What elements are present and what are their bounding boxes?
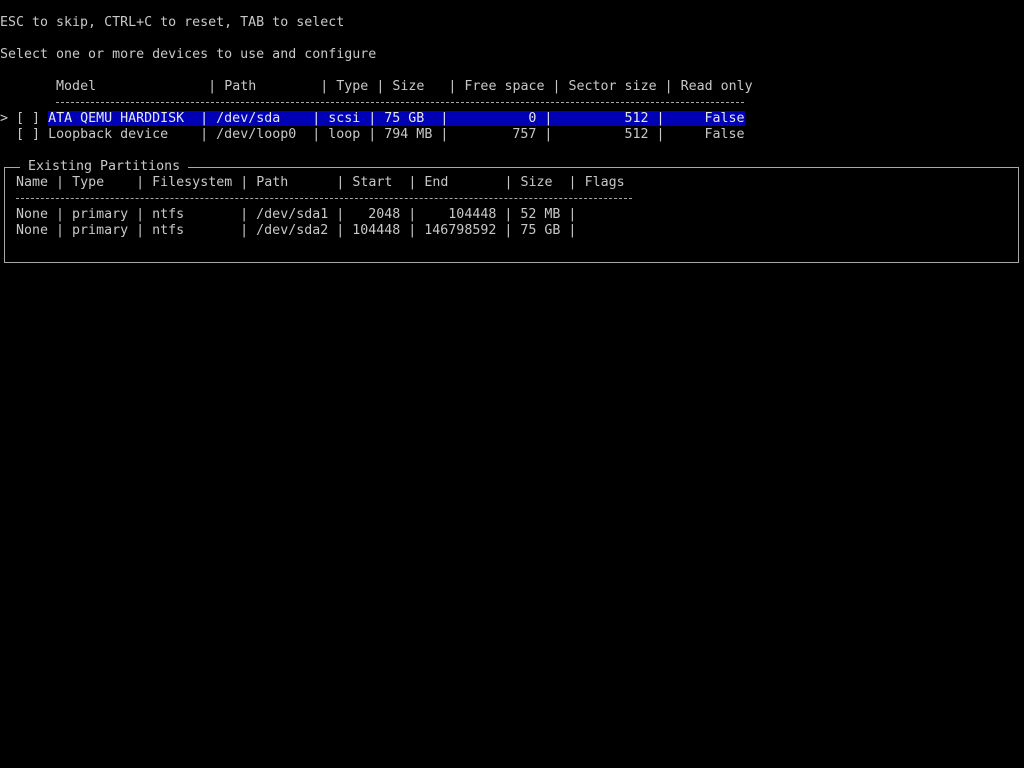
device-row-text[interactable]: ATA QEMU HARDDISK | /dev/sda | scsi | 75… [48,111,745,126]
col-header-filesystem: Filesystem [152,175,233,190]
device-select-prompt: Select one or more devices to use and co… [0,47,377,62]
device-row-sda[interactable]: > [ ] ATA QEMU HARDDISK | /dev/sda | scs… [0,111,745,127]
device-row-loop0[interactable]: [ ] Loopback device | /dev/loop0 | loop … [0,127,745,143]
col-separator: | [560,175,585,190]
col-separator: | [128,175,153,190]
col-separator: | [368,79,393,94]
device-checkbox[interactable]: [ ] [16,111,40,126]
partition-row-sda2: None | primary | ntfs | /dev/sda2 | 1044… [0,223,584,239]
col-header-sector-size: Sector size [568,79,657,94]
col-separator: | [440,79,465,94]
col-separator: | [232,175,257,190]
partition-row-sda1: None | primary | ntfs | /dev/sda1 | 2048… [0,207,584,223]
device-row-text[interactable]: Loopback device | /dev/loop0 | loop | 79… [48,127,744,142]
col-header-size: Size [520,175,561,190]
key-hint: ESC to skip, CTRL+C to reset, TAB to sel… [0,15,345,30]
col-separator: | [496,175,521,190]
partition-table-header: Name | Type | Filesystem | Path | Start … [0,175,625,191]
col-separator: | [656,79,681,94]
device-table-separator [56,102,744,103]
row-cursor: > [0,111,17,126]
device-table-header: Model | Path | Type | Size | Free space … [0,79,753,95]
col-header-start: Start [352,175,401,190]
col-header-name: Name [16,175,49,190]
col-header-model: Model [56,79,201,94]
row-cursor [0,127,16,142]
col-separator: | [544,79,569,94]
partition-table-separator [16,198,632,199]
col-separator: | [328,175,353,190]
col-separator: | [312,79,337,94]
col-separator: | [48,175,73,190]
col-header-end: End [424,175,497,190]
col-header-size: Size [392,79,441,94]
existing-partitions-title: Existing Partitions [20,159,189,175]
device-checkbox[interactable]: [ ] [16,127,40,142]
col-header-path: Path [224,79,313,94]
col-header-flags: Flags [584,175,625,190]
col-header-read-only: Read only [680,79,753,94]
col-header-type: Type [72,175,129,190]
col-separator: | [400,175,425,190]
col-separator: | [200,79,225,94]
col-header-type: Type [336,79,369,94]
partition-row-text: None | primary | ntfs | /dev/sda2 | 1044… [0,223,585,238]
col-header-free-space: Free space [464,79,545,94]
partition-row-text: None | primary | ntfs | /dev/sda1 | 2048… [0,207,585,222]
col-header-path: Path [256,175,329,190]
